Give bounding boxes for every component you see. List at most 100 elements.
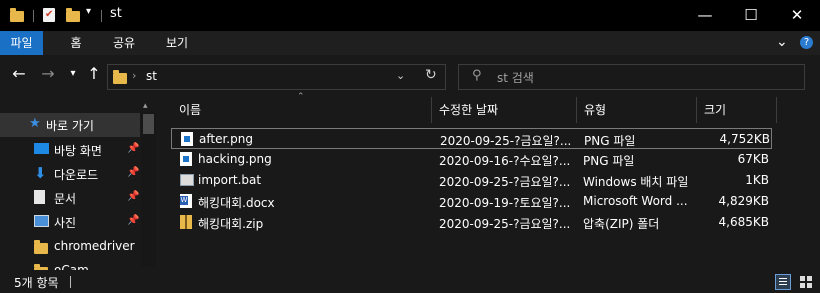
nav-item-desktop[interactable]: 바탕 화면 📌 xyxy=(0,138,140,162)
word-icon: W xyxy=(180,194,192,208)
table-row[interactable]: hacking.png 2020-09-16-?수요일?... PNG 파일 6… xyxy=(171,149,772,170)
png-icon xyxy=(181,132,193,146)
file-type: PNG 파일 xyxy=(584,134,636,148)
search-box[interactable]: ⚲ st 검색 xyxy=(458,64,805,90)
table-row[interactable]: W 해킹대회.docx 2020-09-19-?토요일?... Microsof… xyxy=(171,191,772,212)
sort-ascending-icon: ⌃ xyxy=(297,92,305,102)
address-bar[interactable]: › st ⌄ ↻ xyxy=(107,64,446,90)
tab-share[interactable]: 공유 xyxy=(107,31,141,55)
up-button[interactable]: ↑ xyxy=(83,63,105,85)
title-bar: ✔ ▾ st — ☐ ✕ xyxy=(0,0,820,31)
download-icon: ⬇ xyxy=(34,164,47,182)
back-button[interactable]: ← xyxy=(8,63,30,85)
ribbon: 파일 홈 공유 보기 ⌄ ? xyxy=(0,31,820,55)
separator xyxy=(33,10,34,22)
breadcrumb-chevron-icon[interactable]: › xyxy=(132,69,136,82)
file-date: 2020-09-16-?수요일?... xyxy=(439,154,571,168)
file-size: 67KB xyxy=(737,152,769,166)
address-dropdown-icon[interactable]: ⌄ xyxy=(396,69,405,82)
bat-icon xyxy=(180,174,194,186)
chevron-down-icon[interactable]: ⌄ xyxy=(776,34,788,50)
details-view-icon[interactable] xyxy=(775,274,791,290)
column-divider[interactable] xyxy=(776,97,777,123)
column-divider[interactable] xyxy=(431,97,432,123)
column-divider[interactable] xyxy=(576,97,577,123)
nav-item-documents[interactable]: 문서 📌 xyxy=(0,186,140,210)
minimize-button[interactable]: — xyxy=(682,0,728,31)
nav-item-label: oCam xyxy=(54,263,89,270)
breadcrumb-st[interactable]: st xyxy=(146,69,157,83)
tab-view[interactable]: 보기 xyxy=(160,31,194,55)
maximize-button[interactable]: ☐ xyxy=(728,0,774,31)
nav-item-chromedriver[interactable]: chromedriver xyxy=(0,235,140,259)
star-icon: ★ xyxy=(29,116,41,131)
pin-icon[interactable]: 📌 xyxy=(127,215,139,226)
file-size: 1KB xyxy=(745,173,769,187)
nav-item-quick-access[interactable]: ★ 바로 가기 xyxy=(0,113,140,137)
quick-access-dropdown-icon[interactable]: ▾ xyxy=(86,6,91,17)
column-header-name[interactable]: 이름 xyxy=(179,97,201,123)
refresh-icon[interactable]: ↻ xyxy=(425,67,437,83)
recent-locations-icon[interactable]: ▾ xyxy=(62,63,84,85)
pictures-icon xyxy=(34,215,49,227)
status-separator xyxy=(70,276,71,288)
nav-item-label: 사진 xyxy=(54,216,77,230)
nav-scrollbar[interactable] xyxy=(141,112,156,267)
nav-item-ocam[interactable]: oCam xyxy=(0,259,140,270)
file-type: PNG 파일 xyxy=(583,154,635,168)
document-icon xyxy=(34,190,45,204)
png-icon xyxy=(180,152,192,166)
item-count: 5개 항목 xyxy=(14,276,59,290)
file-date: 2020-09-25-?금요일?... xyxy=(440,134,572,148)
pin-icon[interactable]: 📌 xyxy=(127,167,139,178)
nav-item-downloads[interactable]: ⬇ 다운로드 📌 xyxy=(0,162,140,186)
search-placeholder: st 검색 xyxy=(497,71,534,85)
tab-file[interactable]: 파일 xyxy=(0,31,43,55)
table-row[interactable]: import.bat 2020-09-25-?금요일?... Windows 배… xyxy=(171,170,772,191)
separator xyxy=(101,10,102,22)
column-divider[interactable] xyxy=(696,97,697,123)
file-type: Microsoft Word ... xyxy=(583,194,688,208)
file-name: 해킹대회.docx xyxy=(198,196,275,210)
folder-icon xyxy=(10,8,24,22)
file-type: Windows 배치 파일 xyxy=(583,175,689,189)
file-date: 2020-09-25-?금요일?... xyxy=(439,175,571,189)
file-name: hacking.png xyxy=(198,152,272,166)
file-size: 4,685KB xyxy=(718,215,769,229)
file-name: import.bat xyxy=(198,173,262,187)
window-title: st xyxy=(110,6,122,21)
forward-button[interactable]: → xyxy=(37,63,59,85)
nav-item-pictures[interactable]: 사진 📌 xyxy=(0,210,140,234)
nav-scrollbar-thumb[interactable] xyxy=(143,114,154,134)
table-row[interactable]: 해킹대회.zip 2020-09-25-?금요일?... 압축(ZIP) 폴더 … xyxy=(171,212,772,233)
large-icons-view-icon[interactable] xyxy=(798,274,814,290)
pin-icon[interactable]: 📌 xyxy=(127,191,139,202)
file-size: 4,752KB xyxy=(719,132,770,146)
desktop-icon xyxy=(34,143,49,154)
tab-home[interactable]: 홈 xyxy=(63,31,89,55)
file-type: 압축(ZIP) 폴더 xyxy=(583,217,660,231)
properties-icon[interactable]: ✔ xyxy=(43,8,55,22)
folder-icon xyxy=(113,70,127,84)
column-header-type[interactable]: 유형 xyxy=(584,97,606,123)
column-header-date[interactable]: 수정한 날짜 xyxy=(439,97,498,123)
pin-icon[interactable]: 📌 xyxy=(127,143,139,154)
help-icon[interactable]: ? xyxy=(800,36,813,49)
nav-item-label: 다운로드 xyxy=(54,168,99,182)
zip-icon xyxy=(180,215,192,229)
nav-item-label: 바로 가기 xyxy=(46,119,94,133)
status-bar: 5개 항목 xyxy=(0,270,820,293)
file-name: after.png xyxy=(199,132,253,146)
folder-icon xyxy=(34,240,48,254)
table-row[interactable]: after.png 2020-09-25-?금요일?... PNG 파일 4,7… xyxy=(171,128,772,149)
nav-item-label: chromedriver xyxy=(54,239,135,253)
new-folder-icon[interactable] xyxy=(66,8,80,22)
file-date: 2020-09-25-?금요일?... xyxy=(439,217,571,231)
scroll-up-icon[interactable]: ▴ xyxy=(143,101,148,111)
close-button[interactable]: ✕ xyxy=(774,0,820,31)
file-size: 4,829KB xyxy=(718,194,769,208)
column-header-size[interactable]: 크기 xyxy=(704,97,726,123)
nav-item-label: 문서 xyxy=(54,192,77,206)
address-row: ← → ▾ ↑ › st ⌄ ↻ ⚲ st 검색 xyxy=(0,55,820,95)
file-date: 2020-09-19-?토요일?... xyxy=(439,196,571,210)
